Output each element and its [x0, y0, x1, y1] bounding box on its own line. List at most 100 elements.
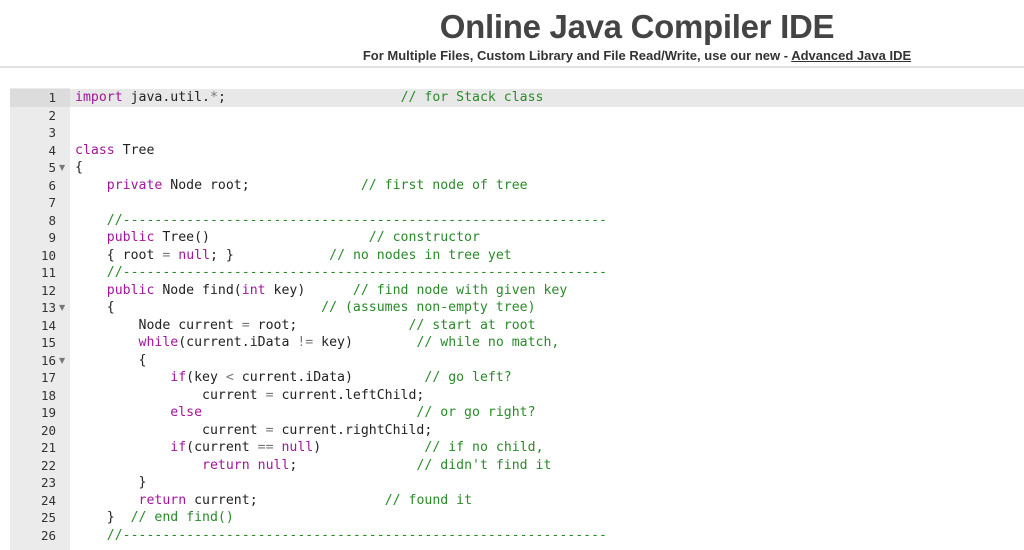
code-token: (current: [186, 440, 258, 455]
code-token: Node current: [75, 317, 242, 333]
line-number: 24: [40, 492, 56, 508]
code-comment: // find node with given key: [352, 282, 568, 298]
line-number: 20: [40, 422, 56, 438]
code-line[interactable]: 14 Node current = root; // start at root: [10, 317, 1024, 335]
fold-toggle-icon[interactable]: ▼: [59, 352, 65, 370]
code-line[interactable]: 13 ▼ { // (assumes non-empty tree): [10, 299, 1024, 317]
code-comment: // no nodes in tree yet: [329, 247, 512, 263]
code-keyword: class: [75, 142, 115, 158]
line-number: 23: [40, 475, 56, 490]
code-line[interactable]: 4 class Tree: [10, 142, 1024, 160]
line-number: 4: [48, 142, 56, 158]
code-lines[interactable]: 1 import java.util.*; // for Stack class 2…: [10, 89, 1024, 544]
code-comment: // if no child,: [424, 440, 544, 455]
page-subtitle: For Multiple Files, Custom Library and F…: [0, 48, 1024, 63]
line-number: 19: [40, 405, 56, 420]
fold-toggle-icon[interactable]: ▼: [59, 299, 65, 317]
code-text: {: [75, 352, 147, 370]
code-text: while(current.iData != key) // while no …: [75, 334, 560, 352]
code-line[interactable]: 17 if(key < current.iData) // go left?: [10, 369, 1024, 387]
code-token: current: [75, 422, 266, 438]
code-text: } // end find(): [75, 509, 234, 527]
code-operator: *: [209, 90, 218, 105]
code-comment: // go left?: [424, 370, 512, 385]
code-token: current;: [186, 492, 258, 508]
line-number: 22: [40, 457, 56, 473]
code-text: return null; // didn't find it: [75, 457, 551, 475]
code-line[interactable]: 10 { root = null; } // no nodes in tree …: [10, 247, 1024, 265]
code-keyword: if: [170, 440, 187, 455]
code-keyword: public: [106, 230, 155, 245]
code-line[interactable]: 21 if(current == null) // if no child,: [10, 439, 1024, 457]
code-line[interactable]: 16 ▼ {: [10, 352, 1024, 370]
code-line[interactable]: 1 import java.util.*; // for Stack class: [10, 89, 1024, 107]
code-text: {: [75, 159, 83, 177]
code-line[interactable]: 22 return null; // didn't find it: [10, 457, 1024, 475]
code-line[interactable]: 11 //-----------------------------------…: [10, 264, 1024, 282]
code-editor[interactable]: 1 import java.util.*; // for Stack class 2…: [10, 88, 1024, 550]
advanced-java-ide-link[interactable]: Advanced Java IDE: [791, 48, 911, 63]
code-comment: //--------------------------------------…: [106, 265, 607, 280]
code-comment: // start at root: [408, 317, 536, 333]
code-line[interactable]: 3: [10, 124, 1024, 142]
line-number: 17: [40, 370, 56, 385]
code-line[interactable]: 20 current = current.rightChild;: [10, 422, 1024, 440]
line-number: 10: [40, 247, 56, 263]
line-number: 8: [48, 212, 56, 228]
code-token: { root: [75, 247, 163, 263]
code-token: java.util.: [122, 90, 210, 105]
code-keyword: return: [202, 457, 250, 473]
code-line[interactable]: 15 while(current.iData != key) // while …: [10, 334, 1024, 352]
code-comment: // didn't find it: [416, 457, 552, 473]
code-line[interactable]: 8 //------------------------------------…: [10, 212, 1024, 230]
code-line[interactable]: 26 //-----------------------------------…: [10, 527, 1024, 545]
code-token: key): [265, 282, 306, 298]
code-line[interactable]: 18 current = current.leftChild;: [10, 387, 1024, 405]
code-token: current.iData): [233, 370, 353, 385]
code-text: if(key < current.iData) // go left?: [75, 369, 512, 387]
code-line[interactable]: 24 return current; // found it: [10, 492, 1024, 510]
code-line[interactable]: 9 public Tree() // constructor: [10, 229, 1024, 247]
code-operator: =: [241, 317, 250, 333]
code-line[interactable]: 25 } // end find(): [10, 509, 1024, 527]
code-token: key): [313, 335, 353, 350]
code-line[interactable]: 19 else // or go right?: [10, 404, 1024, 422]
code-keyword: while: [138, 335, 179, 350]
code-token: }: [75, 475, 147, 490]
line-number: 15: [40, 335, 56, 350]
code-text: { root = null; } // no nodes in tree yet: [75, 247, 512, 265]
line-number: 26: [40, 527, 56, 543]
code-comment: // or go right?: [416, 405, 536, 420]
code-comment: // first node of tree: [360, 177, 528, 193]
fold-toggle-icon[interactable]: ▼: [59, 159, 65, 177]
code-token: Node find(: [154, 282, 242, 298]
code-line[interactable]: 6 private Node root; // first node of tr…: [10, 177, 1024, 195]
code-line[interactable]: 2: [10, 107, 1024, 125]
code-keyword: else: [170, 405, 203, 420]
code-comment: // while no match,: [416, 335, 560, 350]
code-text: class Tree: [75, 142, 154, 160]
code-line[interactable]: 23 }: [10, 474, 1024, 492]
code-line[interactable]: 12 public Node find(int key) // find nod…: [10, 282, 1024, 300]
code-operator: !=: [297, 335, 314, 350]
code-comment: //--------------------------------------…: [106, 527, 607, 543]
line-number: 1: [48, 90, 56, 105]
code-keyword: int: [241, 282, 266, 298]
line-number: 12: [40, 282, 56, 298]
code-operator: <: [225, 370, 234, 385]
code-line[interactable]: 5 ▼ {: [10, 159, 1024, 177]
code-line[interactable]: 7: [10, 194, 1024, 212]
